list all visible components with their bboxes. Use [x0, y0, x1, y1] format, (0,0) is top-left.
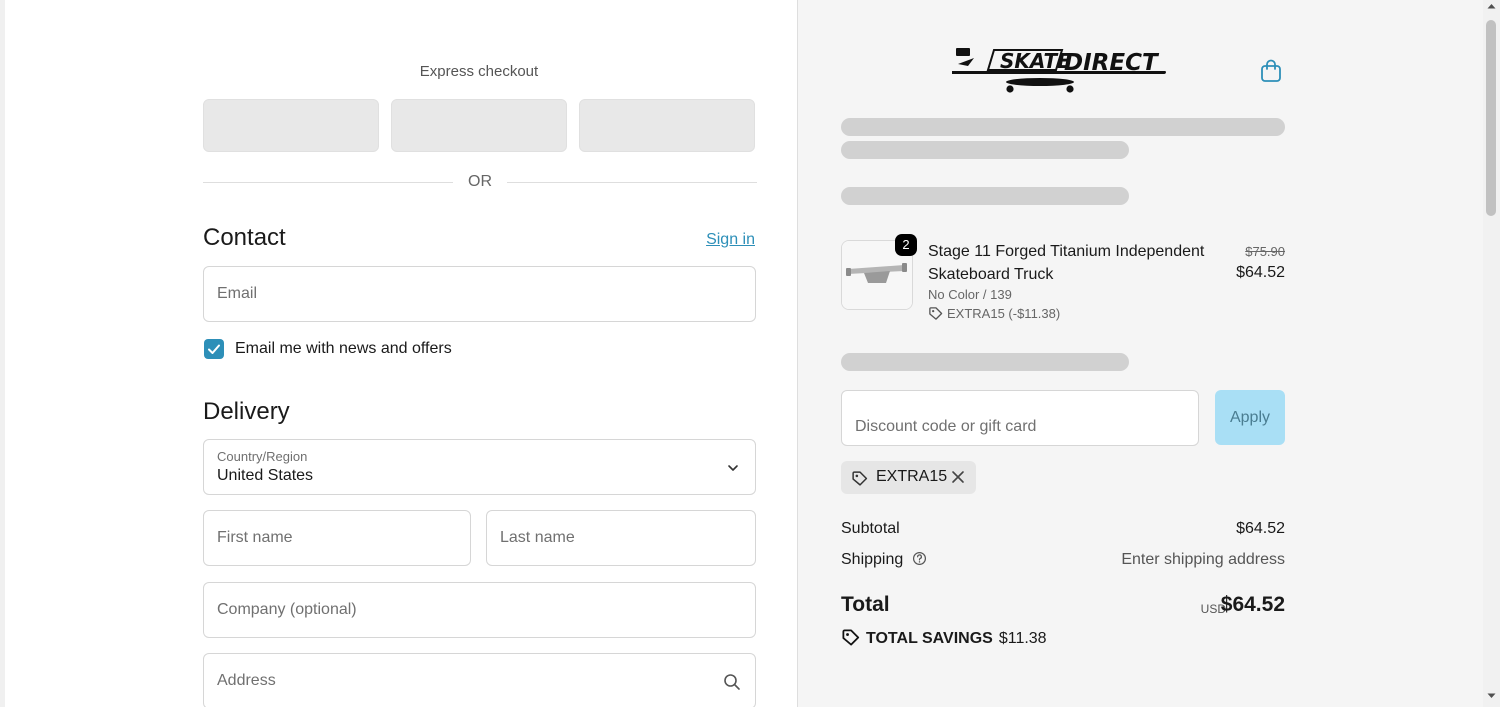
scroll-up-arrow-icon[interactable]: [1487, 3, 1496, 9]
loading-placeholder: [841, 187, 1129, 205]
news-offers-label: Email me with news and offers: [235, 340, 452, 357]
country-label: Country/Region: [217, 449, 308, 464]
news-offers-checkbox[interactable]: [204, 339, 224, 359]
shipping-label: Shipping: [841, 551, 904, 568]
applied-discount-chip: EXTRA15: [841, 461, 976, 494]
tag-icon: [929, 307, 943, 320]
address-placeholder: Address: [217, 672, 276, 689]
last-name-field[interactable]: Last name: [486, 510, 756, 566]
shipping-value: Enter shipping address: [1121, 551, 1285, 568]
total-value: $64.52: [1220, 593, 1285, 616]
loading-placeholder: [841, 141, 1129, 159]
product-discount: EXTRA15 (-$11.38): [928, 306, 1060, 321]
total-savings: TOTAL SAVINGS $11.38: [841, 628, 1047, 648]
checkout-form-pane: Express checkout OR Contact Sign in Emai…: [5, 0, 797, 707]
first-name-field[interactable]: First name: [203, 510, 471, 566]
savings-tag-icon: [842, 629, 860, 646]
scrollbar-thumb[interactable]: [1486, 20, 1496, 216]
tag-icon: [852, 471, 868, 486]
delivery-heading: Delivery: [203, 398, 290, 425]
page-scrollbar[interactable]: [1483, 0, 1500, 707]
skatedirect-logo[interactable]: SKATE DIRECT: [952, 44, 1174, 94]
subtotal-value: $64.52: [1236, 520, 1285, 537]
express-pay-button-1[interactable]: [203, 99, 379, 152]
product-discount-text: EXTRA15 (-$11.38): [947, 306, 1061, 321]
quantity-badge: 2: [895, 234, 917, 256]
country-value: United States: [217, 467, 314, 484]
last-name-placeholder: Last name: [500, 529, 575, 546]
subtotal-label: Subtotal: [841, 520, 900, 537]
search-icon: [724, 674, 740, 690]
discount-code-input[interactable]: Discount code or gift card: [841, 390, 1199, 446]
company-field[interactable]: Company (optional): [203, 582, 756, 638]
remove-discount-icon[interactable]: [951, 470, 965, 484]
shipping-row-label: Shipping: [841, 551, 927, 569]
email-placeholder: Email: [217, 285, 258, 302]
checkmark-icon: [208, 344, 220, 354]
applied-code: EXTRA15: [876, 468, 948, 485]
discount-code-placeholder: Discount code or gift card: [855, 418, 1037, 435]
contact-heading: Contact: [203, 224, 286, 251]
help-icon[interactable]: [912, 551, 927, 566]
country-select[interactable]: Country/Region United States: [203, 439, 756, 495]
product-name: Stage 11 Forged Titanium Independent Ska…: [928, 243, 1205, 283]
chevron-down-icon: [728, 465, 738, 471]
loading-placeholder: [841, 353, 1129, 371]
original-price: $75.90: [1245, 244, 1285, 259]
svg-text:DIRECT: DIRECT: [1064, 50, 1160, 76]
loading-placeholder: [841, 118, 1285, 136]
express-pay-button-3[interactable]: [579, 99, 755, 152]
divider-line: [507, 182, 757, 183]
company-placeholder: Company (optional): [217, 601, 357, 618]
or-divider: OR: [203, 172, 757, 192]
address-field[interactable]: Address: [203, 653, 756, 707]
email-field[interactable]: Email: [203, 266, 756, 322]
express-checkout-title: Express checkout: [419, 63, 539, 80]
svg-text:SKATE: SKATE: [1000, 49, 1071, 73]
shopping-bag-icon[interactable]: [1258, 58, 1284, 84]
product-variant: No Color / 139: [928, 287, 1012, 302]
express-pay-button-2[interactable]: [391, 99, 567, 152]
item-price: $64.52: [1236, 264, 1285, 281]
order-summary-pane: SKATE DIRECT 2 Stage 11 Forged Titanium …: [797, 0, 1483, 707]
savings-value: $11.38: [998, 630, 1047, 647]
savings-label: TOTAL SAVINGS: [866, 630, 993, 647]
apply-discount-button[interactable]: Apply: [1215, 390, 1285, 445]
scroll-down-arrow-icon[interactable]: [1487, 693, 1496, 699]
first-name-placeholder: First name: [217, 529, 293, 546]
sign-in-link[interactable]: Sign in: [706, 231, 755, 249]
total-label: Total: [841, 593, 890, 616]
